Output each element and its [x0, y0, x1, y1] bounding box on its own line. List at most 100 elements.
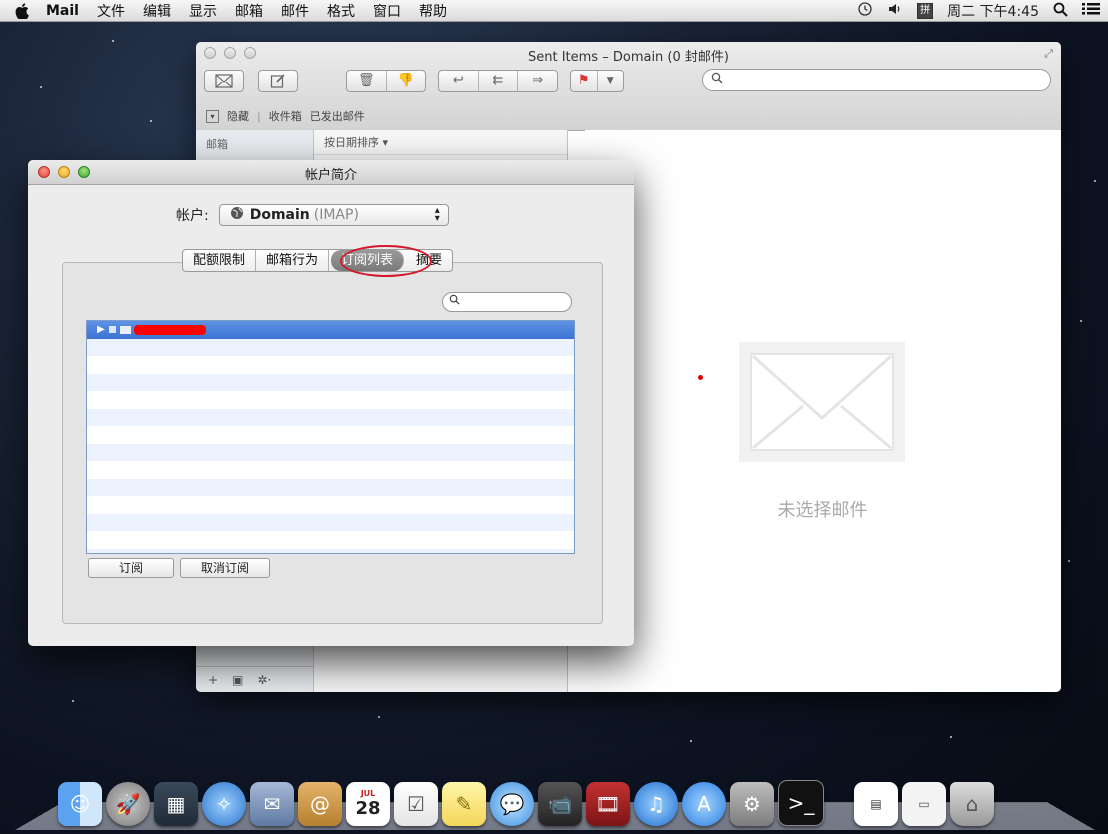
disclosure-triangle-icon[interactable]: ▶: [97, 324, 105, 335]
facetime-icon[interactable]: 📹: [538, 782, 582, 826]
gear-icon[interactable]: ✲·: [257, 673, 271, 687]
list-item: [87, 408, 574, 426]
account-name: Domain: [249, 207, 310, 223]
favorites-bar: ▾ 隐藏 | 收件箱 已发出邮件: [206, 108, 373, 124]
window-thumbnail-icon[interactable]: ▭: [902, 782, 946, 826]
trash-icon[interactable]: 🗑: [347, 71, 387, 91]
tab-mailbox-behaviors[interactable]: 邮箱行为: [256, 250, 330, 271]
calendar-month: JUL: [360, 789, 376, 798]
hide-mailboxes-button[interactable]: 隐藏: [227, 108, 249, 124]
list-item: [87, 513, 574, 531]
sidebar-footer: + ▣ ✲·: [196, 666, 313, 692]
compose-button[interactable]: [258, 70, 298, 92]
menu-clock[interactable]: 周二 下午4:45: [947, 1, 1039, 21]
compose-icon: [270, 74, 285, 88]
account-label: 帐户:: [176, 208, 209, 224]
menu-window[interactable]: 窗口: [373, 1, 401, 21]
menu-app-name[interactable]: Mail: [46, 3, 79, 19]
folder-icon: [119, 325, 131, 334]
annotation-dot: [698, 375, 703, 380]
sidebar-header: 邮箱: [206, 138, 228, 151]
show-hide-icon[interactable]: ▣: [232, 673, 243, 687]
apple-icon[interactable]: [12, 1, 32, 21]
list-item: [87, 443, 574, 461]
menu-format[interactable]: 格式: [327, 1, 355, 21]
list-item: [87, 356, 574, 374]
messages-icon[interactable]: 💬: [490, 782, 534, 826]
account-type: (IMAP): [313, 207, 359, 223]
safari-icon[interactable]: ✧: [202, 782, 246, 826]
favorite-inbox[interactable]: 收件箱: [269, 108, 302, 124]
input-method-icon[interactable]: 拼: [917, 3, 934, 19]
app-store-icon[interactable]: A: [682, 782, 726, 826]
junk-icon[interactable]: 👎: [387, 71, 426, 91]
chevron-down-icon[interactable]: ▼: [598, 71, 624, 91]
menu-view[interactable]: 显示: [189, 1, 217, 21]
account-info-dialog: 帐户简介 帐户: Domain (IMAP) ▴ ▾ 配额限制 邮箱行为 订阅列表…: [28, 160, 634, 646]
list-item: [87, 391, 574, 409]
annotation-circle: [340, 245, 432, 277]
subscription-list[interactable]: ▶: [86, 320, 575, 554]
globe-icon: [230, 206, 244, 224]
favorite-sent[interactable]: 已发出邮件: [310, 108, 365, 124]
flag-group: ⚑ ▼: [570, 70, 624, 92]
list-item: [87, 426, 574, 444]
delete-junk-group: 🗑 👎: [346, 70, 426, 92]
list-item: [87, 531, 574, 549]
menu-message[interactable]: 邮件: [281, 1, 309, 21]
search-icon: [449, 294, 460, 308]
account-row: 帐户: Domain (IMAP) ▴ ▾: [176, 204, 449, 226]
sort-by-date-button[interactable]: 按日期排序 ▾: [314, 130, 567, 155]
subscribe-button[interactable]: 订阅: [88, 558, 174, 578]
contacts-icon[interactable]: @: [298, 782, 342, 826]
checkbox[interactable]: [108, 326, 116, 334]
calendar-day: 28: [355, 798, 381, 819]
itunes-icon[interactable]: ♫: [634, 782, 678, 826]
get-mail-button[interactable]: [204, 70, 244, 92]
dock: ☺ 🚀 ▦ ✧ ✉ @ JUL 28 ☑ ✎ 💬 📹 🎞 ♫ A ⚙ >_ ▤ …: [58, 776, 998, 826]
list-item[interactable]: ▶: [87, 321, 574, 339]
finder-icon[interactable]: ☺: [58, 782, 102, 826]
no-message-selected-label: 未选择邮件: [777, 500, 868, 521]
mail-search-input[interactable]: [702, 69, 1051, 91]
search-icon: [711, 72, 723, 87]
fullscreen-icon[interactable]: ⤢: [1044, 47, 1053, 61]
menu-mailbox[interactable]: 邮箱: [235, 1, 263, 21]
subscription-search-input[interactable]: [442, 292, 572, 312]
reply-all-icon[interactable]: ⇇: [479, 71, 519, 91]
trash-icon[interactable]: ⌂: [950, 782, 994, 826]
dialog-titlebar: 帐户简介: [28, 160, 634, 185]
message-viewer: 未选择邮件: [585, 130, 1061, 692]
document-icon[interactable]: ▤: [854, 782, 898, 826]
notification-center-icon[interactable]: [1082, 2, 1100, 20]
list-item: [87, 478, 574, 496]
dock-separator: [828, 782, 850, 826]
menu-edit[interactable]: 编辑: [143, 1, 171, 21]
hide-toggle-icon[interactable]: ▾: [206, 109, 219, 123]
mission-control-icon[interactable]: ▦: [154, 782, 198, 826]
mail-stamp-icon[interactable]: ✉: [250, 782, 294, 826]
reminders-icon[interactable]: ☑: [394, 782, 438, 826]
redacted-mailbox-name: [133, 324, 206, 335]
calendar-icon[interactable]: JUL 28: [346, 782, 390, 826]
list-item: [87, 373, 574, 391]
add-mailbox-icon[interactable]: +: [208, 673, 218, 687]
menu-help[interactable]: 帮助: [419, 1, 447, 21]
photo-booth-icon[interactable]: 🎞: [586, 782, 630, 826]
reply-icon[interactable]: ↩: [439, 71, 479, 91]
unsubscribe-button[interactable]: 取消订阅: [180, 558, 270, 578]
menu-bar: Mail 文件 编辑 显示 邮箱 邮件 格式 窗口 帮助 拼 周二 下午4:45: [0, 0, 1108, 22]
volume-icon[interactable]: [887, 2, 903, 20]
account-select[interactable]: Domain (IMAP) ▴ ▾: [218, 204, 449, 226]
terminal-icon[interactable]: >_: [778, 780, 824, 826]
tab-quota[interactable]: 配额限制: [183, 250, 257, 271]
launchpad-icon[interactable]: 🚀: [106, 782, 150, 826]
forward-icon[interactable]: ⇒: [518, 71, 557, 91]
flag-icon[interactable]: ⚑: [571, 71, 598, 91]
notes-icon[interactable]: ✎: [442, 782, 486, 826]
mail-window-title: Sent Items – Domain (0 封邮件): [528, 50, 729, 65]
time-machine-icon[interactable]: [857, 1, 873, 21]
spotlight-icon[interactable]: [1053, 2, 1068, 21]
system-preferences-icon[interactable]: ⚙: [730, 782, 774, 826]
menu-file[interactable]: 文件: [97, 1, 125, 21]
